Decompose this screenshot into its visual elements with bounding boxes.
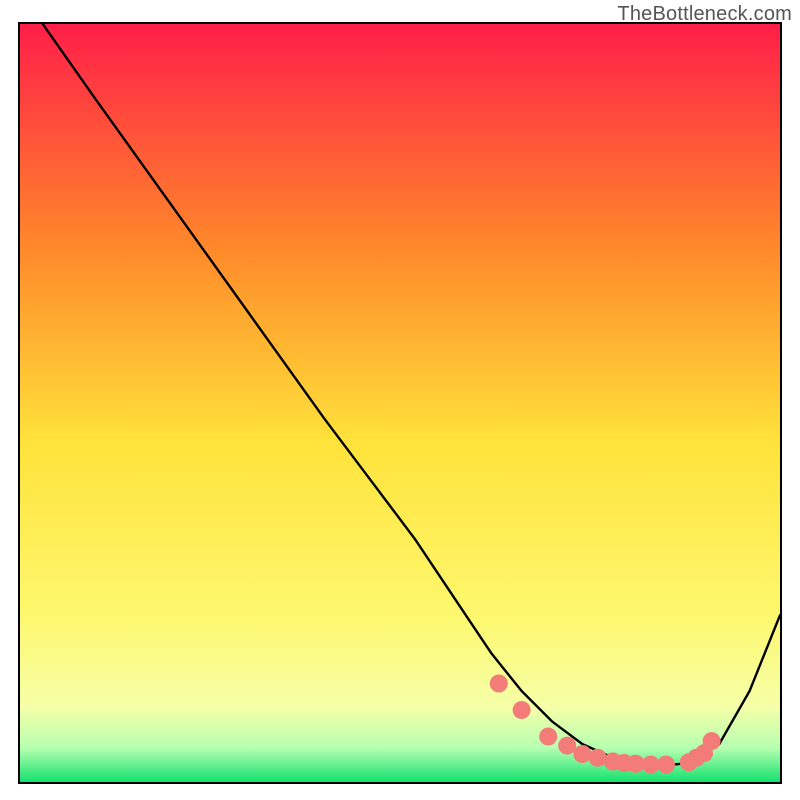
optimal-marker [513,701,531,719]
optimal-zone-markers [490,675,721,774]
optimal-marker [573,745,591,763]
plot-area [18,22,782,784]
optimal-marker [657,756,675,774]
curve-layer [20,24,780,782]
optimal-marker [703,732,721,750]
optimal-marker [490,675,508,693]
optimal-marker [589,749,607,767]
optimal-marker [539,728,557,746]
bottleneck-curve-path [43,24,780,765]
bottleneck-chart: TheBottleneck.com [0,0,800,800]
optimal-marker [558,737,576,755]
